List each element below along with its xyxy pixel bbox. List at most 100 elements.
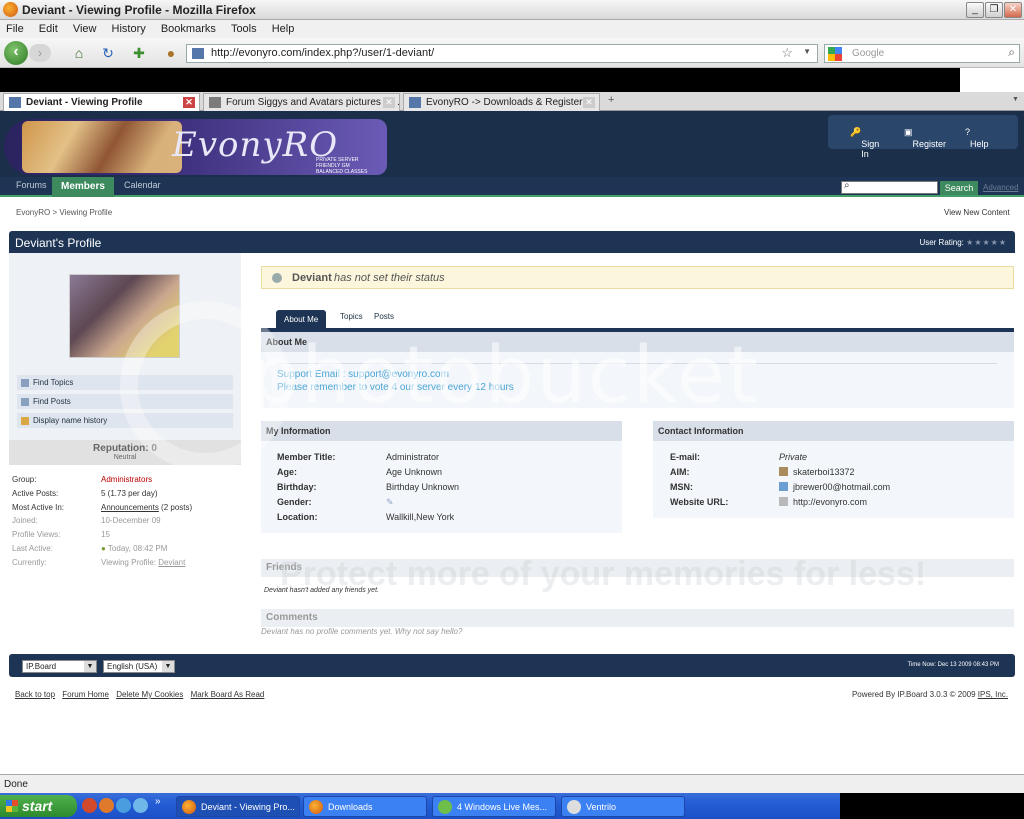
- language-select[interactable]: English (USA) ▼: [103, 660, 175, 673]
- menu-history[interactable]: History: [106, 20, 152, 35]
- aim-icon: [779, 467, 788, 476]
- skin-select[interactable]: IP.Board ▼: [22, 660, 97, 673]
- tab-about-me[interactable]: About Me: [276, 310, 327, 328]
- back-icon[interactable]: ‹: [4, 41, 28, 65]
- tab-posts[interactable]: Posts: [374, 312, 394, 321]
- advanced-search-link[interactable]: Advanced: [983, 183, 1019, 192]
- stat-currently: Currently: Viewing Profile: Deviant: [12, 558, 186, 567]
- close-button[interactable]: ✕: [1004, 2, 1022, 18]
- home-icon[interactable]: ⌂: [70, 44, 88, 62]
- display-name-history-link[interactable]: Display name history: [17, 413, 233, 428]
- site-favicon-icon: [192, 48, 204, 59]
- quicklaunch-more-icon[interactable]: »: [155, 796, 161, 807]
- quicklaunch-firefox-icon[interactable]: [82, 798, 97, 813]
- delete-cookies-link[interactable]: Delete My Cookies: [116, 690, 183, 699]
- menu-tools[interactable]: Tools: [225, 20, 263, 35]
- quicklaunch-app-icon[interactable]: [99, 798, 114, 813]
- firefox-icon: [3, 2, 18, 17]
- quicklaunch-messenger-icon[interactable]: [133, 798, 148, 813]
- find-posts-link[interactable]: Find Posts: [17, 394, 233, 409]
- reload-icon[interactable]: ↻: [99, 44, 117, 62]
- user-rating[interactable]: User Rating: ★★★★★: [919, 238, 1007, 247]
- website-icon: [779, 497, 788, 506]
- tab-evonyro-downloads[interactable]: EvonyRO -> Downloads & Register ✕: [403, 93, 600, 111]
- task-downloads[interactable]: Downloads: [303, 796, 427, 817]
- tab-topics[interactable]: Topics: [340, 312, 363, 321]
- breadcrumb-home[interactable]: EvonyRO: [16, 208, 50, 217]
- register-link[interactable]: ▣ Register: [904, 127, 946, 149]
- status-user-name[interactable]: Deviant: [292, 272, 332, 284]
- help-link[interactable]: ? Help: [965, 127, 989, 149]
- nav-members[interactable]: Members: [52, 177, 114, 197]
- windows-live-count: 4: [457, 802, 463, 812]
- quicklaunch-ie-icon[interactable]: [116, 798, 131, 813]
- web-page: EvonyRO Private Server Friendly GM Balan…: [0, 111, 1024, 774]
- website-value[interactable]: http://evonyro.com: [779, 497, 867, 507]
- view-new-content-link[interactable]: View New Content: [944, 208, 1010, 217]
- breadcrumb-separator: >: [52, 208, 58, 217]
- aim-value[interactable]: skaterboi13372: [779, 467, 855, 477]
- friends-text: Deviant hasn't added any friends yet.: [264, 587, 379, 594]
- sign-in-link[interactable]: 🔑 Sign In: [850, 127, 879, 159]
- forward-icon[interactable]: ›: [29, 44, 51, 62]
- member-title-value: Administrator: [386, 452, 440, 462]
- chevron-down-icon: ▼: [162, 661, 174, 672]
- url-bar[interactable]: http://evonyro.com/index.php?/user/1-dev…: [186, 44, 818, 63]
- stat-profile-views: Profile Views: 15: [12, 530, 110, 539]
- maximize-button[interactable]: ❐: [985, 2, 1003, 18]
- menu-edit[interactable]: Edit: [33, 20, 64, 35]
- mark-board-read-link[interactable]: Mark Board As Read: [191, 690, 265, 699]
- reputation-level: Neutral: [113, 454, 137, 461]
- firefox-icon: [309, 800, 323, 814]
- menu-file[interactable]: File: [0, 20, 30, 35]
- navigation-toolbar: ‹ › ⌂ ↻ ✚ ● http://evonyro.com/index.php…: [0, 38, 1024, 68]
- minimize-button[interactable]: _: [966, 2, 984, 18]
- task-deviant-profile[interactable]: Deviant - Viewing Pro...: [176, 796, 300, 817]
- nav-forums[interactable]: Forums: [16, 180, 47, 190]
- find-topics-link[interactable]: Find Topics: [17, 375, 233, 390]
- tab-label: Forum Siggys and Avatars pictures by ...: [226, 97, 400, 108]
- forum-home-link[interactable]: Forum Home: [62, 690, 109, 699]
- logo-text: EvonyRO: [172, 125, 339, 165]
- profile-tabs: About Me Topics Posts: [261, 308, 1014, 332]
- new-tab-icon[interactable]: +: [608, 94, 614, 106]
- task-windows-live[interactable]: 4 Windows Live Mes...: [432, 796, 556, 817]
- tab-close-icon[interactable]: ✕: [183, 97, 195, 108]
- add-bookmark-icon[interactable]: ✚: [130, 44, 148, 62]
- msn-value[interactable]: jbrewer00@hotmail.com: [779, 482, 890, 492]
- site-logo[interactable]: EvonyRO Private Server Friendly GM Balan…: [4, 119, 387, 175]
- profile-sidebar: Find Topics Find Posts Display name hist…: [9, 253, 241, 583]
- footer-links: Back to top Forum Home Delete My Cookies…: [15, 690, 269, 699]
- ventrilo-icon: [567, 800, 581, 814]
- comments-heading: Comments: [261, 609, 1014, 627]
- currently-deviant-link[interactable]: Deviant: [158, 558, 185, 567]
- reputation-value: Reputation: 0: [93, 443, 157, 454]
- breadcrumb: EvonyRO > Viewing Profile: [16, 208, 112, 217]
- chevron-down-icon: ▼: [84, 661, 96, 672]
- back-to-top-link[interactable]: Back to top: [15, 690, 55, 699]
- dropdown-icon[interactable]: ▼: [803, 47, 811, 56]
- site-search-button[interactable]: Search: [940, 181, 978, 195]
- search-input[interactable]: Google ⌕: [824, 44, 1020, 63]
- tab-deviant-profile[interactable]: Deviant - Viewing Profile ✕: [3, 93, 200, 111]
- breadcrumb-current: Viewing Profile: [59, 208, 113, 217]
- about-me-line-email: Support Email : support@evonyro.com: [277, 369, 449, 380]
- menu-view[interactable]: View: [67, 20, 103, 35]
- tab-close-icon[interactable]: ✕: [583, 97, 595, 108]
- cookie-icon[interactable]: ●: [162, 44, 180, 62]
- star-icon[interactable]: ☆: [781, 45, 793, 61]
- announcements-link[interactable]: Announcements: [101, 503, 159, 512]
- magnifier-icon[interactable]: ⌕: [1008, 45, 1015, 60]
- search-placeholder: Google: [852, 48, 885, 59]
- task-ventrilo[interactable]: Ventrilo: [561, 796, 685, 817]
- ips-link[interactable]: IPS, Inc.: [978, 690, 1008, 699]
- nav-calendar[interactable]: Calendar: [124, 180, 161, 190]
- menu-help[interactable]: Help: [266, 20, 301, 35]
- start-button[interactable]: start: [0, 795, 77, 817]
- tab-forum-siggys[interactable]: Forum Siggys and Avatars pictures by ...…: [203, 93, 400, 111]
- tab-list-icon[interactable]: ▼: [1012, 96, 1019, 103]
- rating-stars-icon: ★★★★★: [966, 238, 1007, 247]
- site-search-input[interactable]: ⌕: [841, 180, 938, 194]
- tab-close-icon[interactable]: ✕: [383, 97, 395, 108]
- menu-bookmarks[interactable]: Bookmarks: [155, 20, 222, 35]
